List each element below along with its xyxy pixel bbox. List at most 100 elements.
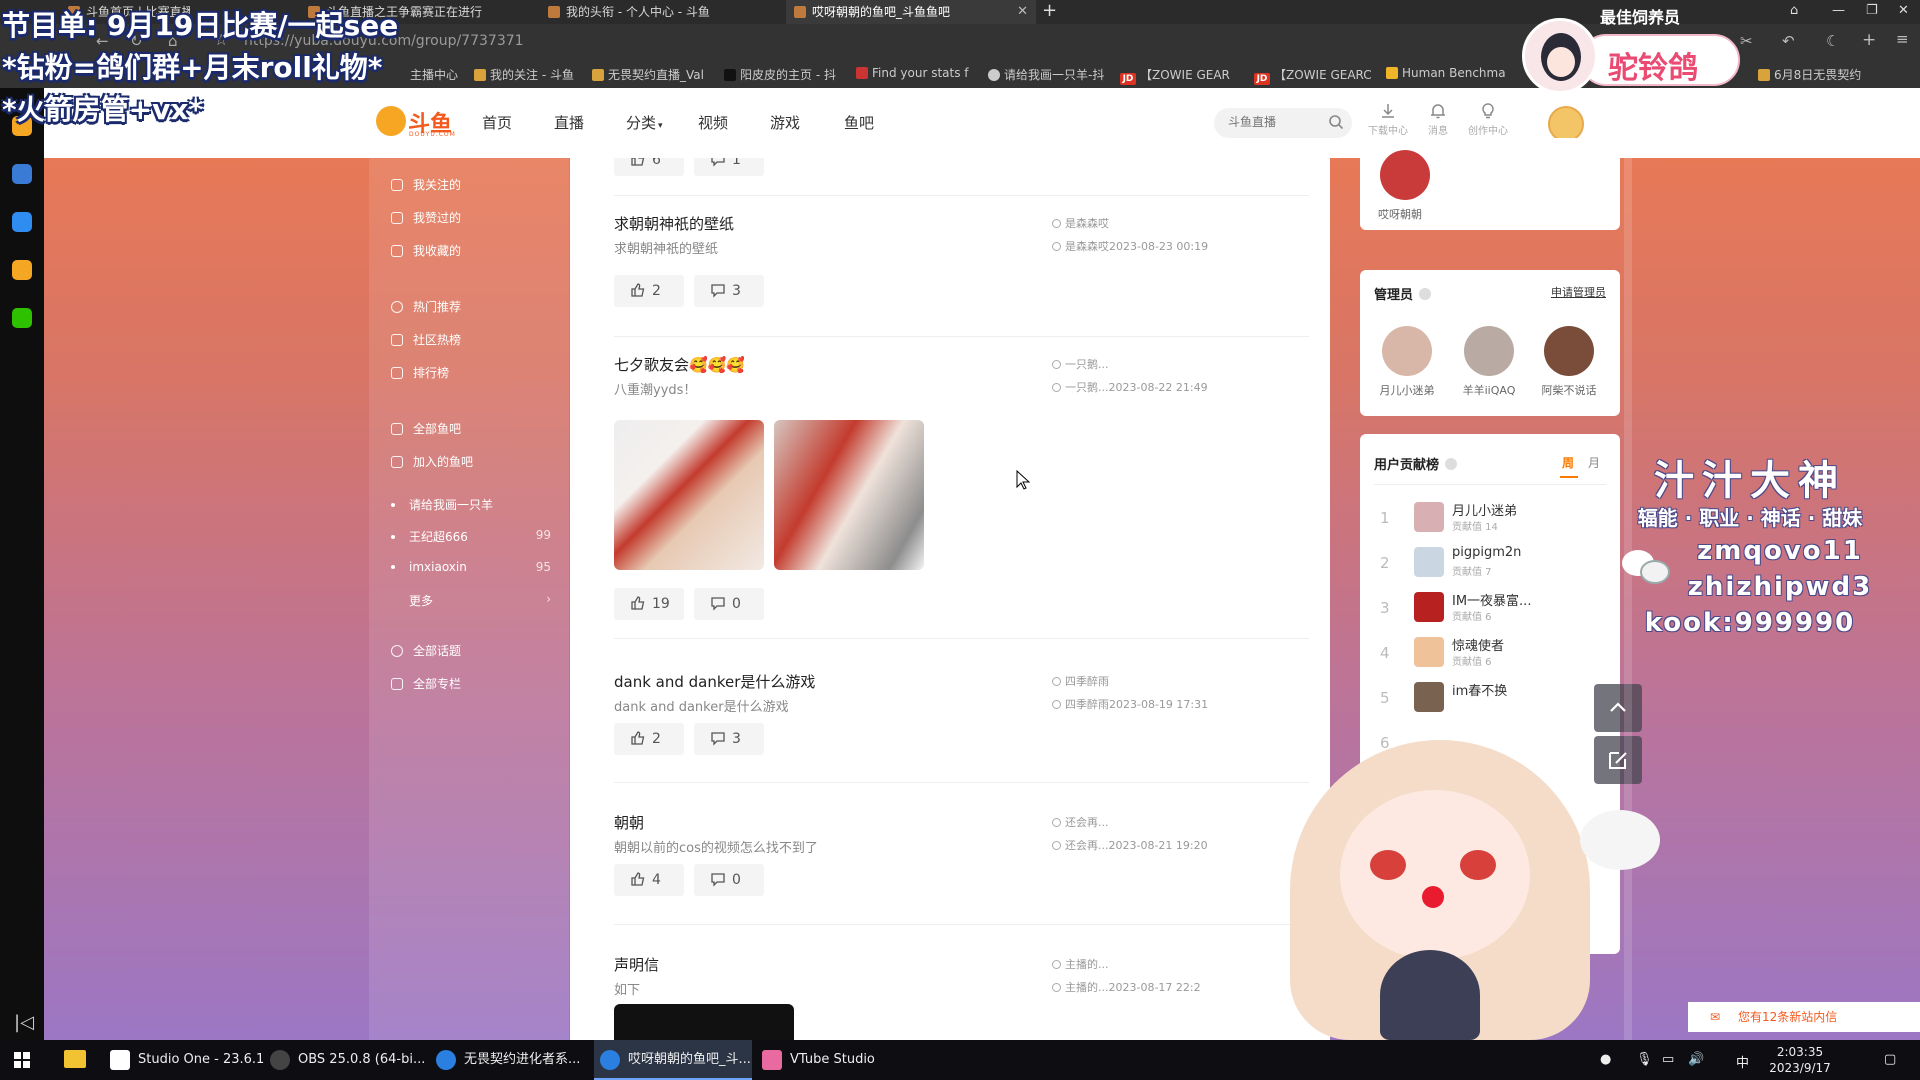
comment-button[interactable]: 1 (694, 158, 764, 176)
douyu-logo[interactable]: 斗鱼 DOUYU.COM (376, 104, 455, 138)
volume-icon[interactable]: 🔊 (1688, 1052, 1704, 1067)
windows-start-icon[interactable] (14, 1052, 30, 1068)
post-title[interactable]: 声明信 (614, 954, 659, 975)
nav-games[interactable]: 游戏 (770, 112, 800, 133)
comment-button[interactable]: 3 (694, 723, 764, 755)
restore-icon[interactable]: ❐ (1866, 0, 1878, 22)
sidebar-group[interactable]: 请给我画一只羊 (391, 496, 551, 513)
creator-center[interactable]: 创作中心 (1468, 102, 1508, 137)
nav-category[interactable]: 分类 ▾ (626, 112, 663, 133)
bookmark[interactable]: 6月8日无畏契约 (1758, 66, 1861, 83)
sidebar-group[interactable]: 王纪超666 99 (391, 528, 551, 545)
help-icon[interactable] (1445, 458, 1458, 470)
menu-icon[interactable]: ≡ (1896, 30, 1909, 48)
post-author[interactable]: 四季醉雨 (1052, 673, 1109, 689)
apply-admin-link[interactable]: 申请管理员 (1551, 284, 1606, 300)
wechat-app-icon[interactable] (12, 308, 32, 328)
post-image[interactable] (614, 420, 764, 570)
file-explorer-icon[interactable] (64, 1050, 86, 1068)
rank-row[interactable]: 1 月儿小迷弟 贡献值 14 (1374, 498, 1604, 538)
taskbar-app[interactable]: VTube Studio (756, 1040, 904, 1080)
nav-home[interactable]: 首页 (482, 112, 512, 133)
browser-tab[interactable]: 我的头衔 - 个人中心 - 斗鱼 (540, 0, 780, 24)
browser-tab-active[interactable]: 哎呀朝朝的鱼吧_斗鱼鱼吧 ✕ (786, 0, 1036, 24)
sidebar-item-all-topics[interactable]: 全部话题 (391, 642, 461, 659)
bookmark[interactable]: 主播中心 (410, 66, 458, 83)
sidebar-group[interactable]: imxiaoxin 95 (391, 560, 551, 574)
nav-yuba[interactable]: 鱼吧 (844, 112, 874, 133)
taskbar-app[interactable]: OBS 25.0.8 (64-bi... (264, 1040, 426, 1080)
close-tab-icon[interactable]: ✕ (1017, 0, 1028, 24)
collapse-dock-icon[interactable]: |◁ (14, 1012, 34, 1033)
new-tab-icon[interactable]: + (1042, 0, 1057, 22)
post-author[interactable]: 还会再... (1052, 814, 1109, 830)
post-author[interactable]: 主播的... (1052, 956, 1109, 972)
network-icon[interactable]: ▭ (1662, 1052, 1674, 1067)
admin-item[interactable]: 阿柴不说话 (1534, 326, 1604, 398)
bookmark[interactable]: JD 【ZOWIE GEAR (1120, 66, 1230, 85)
tray-app-icon[interactable]: ● (1600, 1052, 1611, 1067)
owner-name[interactable]: 哎呀朝朝 (1378, 206, 1422, 222)
taskbar-app[interactable]: 无畏契约进化者系... (430, 1040, 590, 1080)
search-app-icon[interactable] (12, 260, 32, 280)
sidebar-item-liked[interactable]: 我赞过的 (391, 209, 461, 226)
download-center[interactable]: 下载中心 (1368, 102, 1408, 137)
like-button[interactable]: 6 (614, 158, 684, 176)
post-author[interactable]: 是森森哎 (1052, 215, 1109, 231)
night-mode-icon[interactable]: ☾ (1826, 32, 1839, 50)
pin-icon[interactable]: ⌂ (1790, 0, 1798, 22)
messages[interactable]: 消息 (1418, 102, 1458, 137)
post-image[interactable] (614, 1004, 794, 1040)
rank-row[interactable]: 3 IM一夜暴富... 贡献值 6 (1374, 588, 1604, 628)
bookmark[interactable]: 我的关注 - 斗鱼 (474, 66, 574, 83)
post-title[interactable]: dank and danker是什么游戏 (614, 671, 815, 692)
close-window-icon[interactable]: ✕ (1898, 0, 1909, 22)
cloud-app-icon[interactable] (12, 164, 32, 184)
system-clock[interactable]: 2:03:35 2023/9/17 (1760, 1044, 1840, 1076)
admin-item[interactable]: 月儿小迷弟 (1372, 326, 1442, 398)
undo-icon[interactable]: ↶ (1782, 32, 1795, 50)
nav-live[interactable]: 直播 (554, 112, 584, 133)
like-button[interactable]: 2 (614, 723, 684, 755)
taskbar-app[interactable]: Studio One - 23.6.1 (104, 1040, 264, 1080)
add-icon[interactable]: + (1862, 30, 1876, 50)
ime-indicator[interactable]: 中 (1736, 1052, 1749, 1071)
like-button[interactable]: 4 (614, 864, 684, 896)
comment-button[interactable]: 0 (694, 864, 764, 896)
cut-icon[interactable]: ✂ (1740, 32, 1753, 50)
comment-button[interactable]: 0 (694, 588, 764, 620)
comment-button[interactable]: 3 (694, 275, 764, 307)
bookmark[interactable]: 无畏契约直播_Val (592, 66, 704, 83)
post-author[interactable]: 一只鹅... (1052, 356, 1109, 372)
owner-avatar[interactable] (1380, 150, 1430, 200)
post-title[interactable]: 七夕歌友会🥰🥰🥰 (614, 354, 745, 375)
rank-row[interactable]: 2 pigpigm2n 贡献值 7 (1374, 543, 1604, 583)
nav-video[interactable]: 视频 (698, 112, 728, 133)
notification-icon[interactable]: ▢ (1884, 1052, 1896, 1067)
sidebar-item-all-yuba[interactable]: 全部鱼吧 (391, 420, 461, 437)
bookmark[interactable]: Find your stats f (856, 66, 969, 80)
search-icon[interactable] (1328, 114, 1344, 130)
sidebar-more[interactable]: 更多 › (391, 592, 551, 609)
post-image[interactable] (774, 420, 924, 570)
tab-month[interactable]: 月 (1588, 454, 1600, 471)
tab-week[interactable]: 周 (1562, 454, 1574, 471)
sidebar-item-ranking[interactable]: 排行榜 (391, 364, 449, 381)
user-avatar[interactable] (1548, 106, 1584, 142)
bookmark[interactable]: 阳皮皮的主页 - 抖 (724, 66, 836, 83)
store-app-icon[interactable] (12, 212, 32, 232)
help-icon[interactable] (1419, 288, 1432, 300)
sidebar-item-community-hot[interactable]: 社区热榜 (391, 331, 461, 348)
bookmark[interactable]: JD 【ZOWIE GEARC (1254, 66, 1372, 85)
minimize-icon[interactable]: — (1832, 0, 1845, 22)
search-input[interactable] (1228, 115, 1328, 129)
sidebar-item-joined-yuba[interactable]: 加入的鱼吧 (391, 453, 473, 470)
taskbar-app-active[interactable]: 哎呀朝朝的鱼吧_斗... (594, 1040, 752, 1080)
sidebar-item-following[interactable]: 我关注的 (391, 176, 461, 193)
post-title[interactable]: 朝朝 (614, 812, 644, 833)
new-message-toast[interactable]: ✉ 您有12条新站内信 (1688, 1002, 1920, 1032)
microphone-icon[interactable]: 🎙 (1636, 1052, 1653, 1067)
like-button[interactable]: 2 (614, 275, 684, 307)
sidebar-item-favorites[interactable]: 我收藏的 (391, 242, 461, 259)
bookmark[interactable]: 请给我画一只羊-抖 (988, 66, 1104, 83)
